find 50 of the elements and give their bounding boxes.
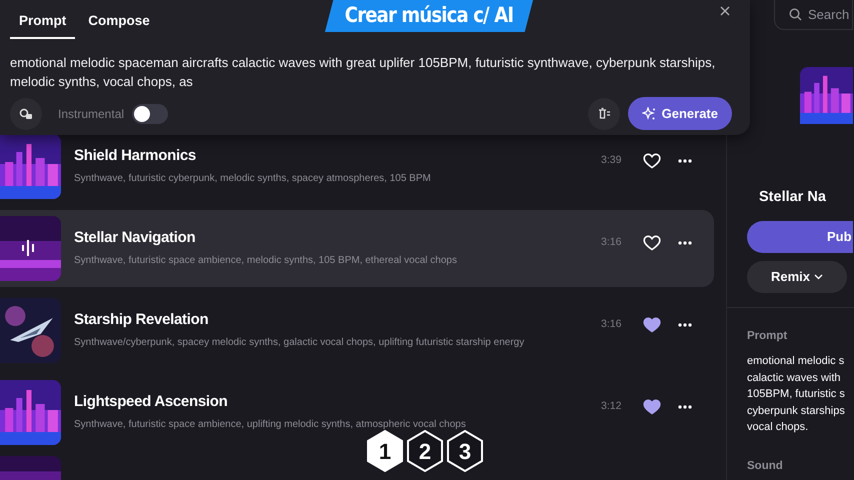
sparkle-icon	[642, 106, 656, 121]
step-badge: 3	[446, 430, 484, 472]
search-icon	[789, 8, 802, 21]
heart-icon[interactable]	[643, 316, 661, 332]
song-title: Stellar Na	[759, 188, 827, 207]
caret-icon	[814, 274, 824, 280]
song-title: Starship Revelation	[74, 311, 210, 329]
more-icon[interactable]	[678, 322, 692, 326]
prompt-text: vocal chops.	[747, 420, 810, 435]
song-duration: 3:39	[601, 152, 622, 168]
song-title: Shield Harmonics	[74, 147, 197, 165]
caption-banner: Crear música c/ AI	[324, 0, 534, 32]
prompt-text: calactic waves with	[747, 370, 842, 386]
step-badge: 1	[366, 430, 404, 472]
song-duration: 3:16	[601, 316, 622, 332]
sound-label: Sound	[747, 458, 784, 474]
song-title: Stellar Navigation	[74, 229, 196, 247]
more-icon[interactable]	[678, 240, 692, 244]
trash-icon	[596, 107, 611, 120]
prompt-text: 105BPM, futuristic s	[747, 387, 846, 402]
more-icon[interactable]	[678, 158, 692, 162]
prompt-text: emotional melodic s	[747, 354, 846, 369]
step-badge: 2	[406, 430, 444, 472]
song-tags: Synthwave, futuristic space ambience, melodic synths, 105 BPM, ethereal vocal chops	[74, 253, 601, 268]
clear-button[interactable]	[588, 98, 620, 130]
prompt-input[interactable]: emotional melodic spaceman aircrafts calactic waves with great uplifer 105BPM, futuristic synthwave, cyberpunk starships, melodic synths, vocal chops, as	[10, 53, 730, 94]
close-icon[interactable]	[720, 6, 730, 16]
style-button[interactable]	[10, 98, 42, 130]
song-row[interactable]: Starship Revelation Synthwave/cyberpunk, spacey melodic synths, galactic vocal chops, uplifting futuristic starship energy 3:16	[0, 292, 714, 369]
remix-button[interactable]: Remix	[747, 260, 847, 293]
prompt-label: Prompt	[747, 328, 788, 344]
generate-button[interactable]: Generate	[628, 97, 732, 130]
prompt-text: cyberpunk starships	[747, 404, 846, 418]
song-title: Lightspeed Ascension	[74, 393, 228, 411]
song-tags: Synthwave, futuristic space ambience, uplifting melodic synths, atmospheric vocal chops	[74, 417, 601, 432]
song-duration: 3:12	[601, 398, 622, 414]
prompt-tab[interactable]: Compose	[79, 4, 159, 40]
song-row[interactable]: Shield Harmonics Synthwave, futuristic cyberpunk, melodic synths, spacey atmospheres, 105 BPM 3:39	[0, 128, 714, 205]
song-tags: Synthwave/cyberpunk, spacey melodic synths, galactic vocal chops, uplifting futuristic starship energy	[74, 335, 601, 350]
prompt-tab[interactable]: Prompt	[10, 4, 76, 40]
song-tags: Synthwave, futuristic cyberpunk, melodic synths, spacey atmospheres, 105 BPM	[74, 171, 601, 186]
instrumental-label: Instrumental	[58, 106, 124, 123]
song-row[interactable]: Stellar Navigation Synthwave, futuristic space ambience, melodic synths, 105 BPM, ethereal vocal chops 3:16	[0, 210, 714, 287]
instrumental-toggle[interactable]	[132, 104, 168, 124]
heart-icon[interactable]	[643, 398, 661, 414]
publish-button[interactable]: Pub	[747, 220, 853, 253]
style-icon	[19, 108, 33, 120]
song-duration: 3:16	[601, 234, 622, 250]
search-field[interactable]: Search	[774, 0, 853, 30]
more-icon[interactable]	[678, 404, 692, 408]
